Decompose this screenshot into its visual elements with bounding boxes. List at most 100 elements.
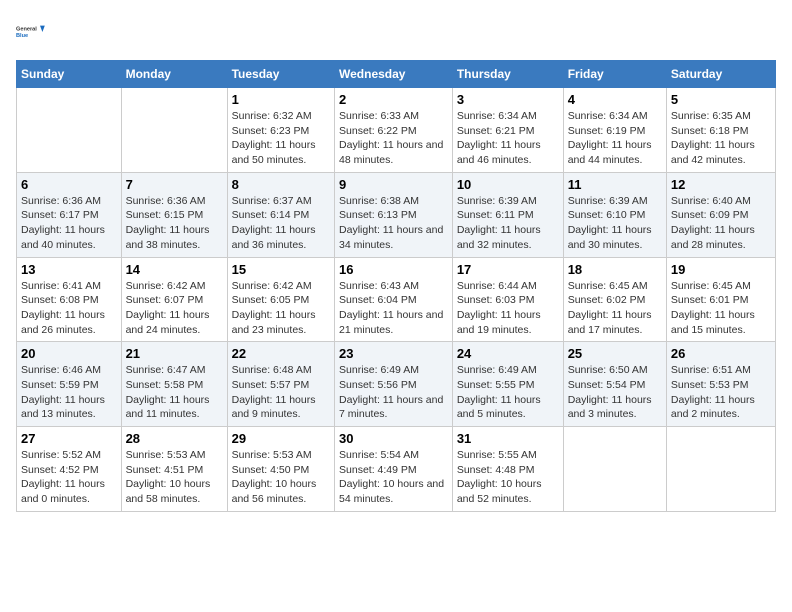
day-cell: 1 Sunrise: 6:32 AM Sunset: 6:23 PM Daylig… [227, 88, 334, 173]
week-row-1: 1 Sunrise: 6:32 AM Sunset: 6:23 PM Daylig… [17, 88, 776, 173]
column-header-monday: Monday [121, 61, 227, 88]
day-info: Sunrise: 6:50 AM Sunset: 5:54 PM Dayligh… [568, 363, 662, 422]
day-info: Sunrise: 6:39 AM Sunset: 6:11 PM Dayligh… [457, 194, 559, 253]
day-number: 31 [457, 431, 559, 446]
day-number: 13 [21, 262, 117, 277]
day-info: Sunrise: 5:52 AM Sunset: 4:52 PM Dayligh… [21, 448, 117, 507]
day-info: Sunrise: 6:51 AM Sunset: 5:53 PM Dayligh… [671, 363, 771, 422]
day-info: Sunrise: 6:39 AM Sunset: 6:10 PM Dayligh… [568, 194, 662, 253]
day-cell: 22 Sunrise: 6:48 AM Sunset: 5:57 PM Dayli… [227, 342, 334, 427]
day-cell [666, 427, 775, 512]
day-info: Sunrise: 6:43 AM Sunset: 6:04 PM Dayligh… [339, 279, 448, 338]
day-info: Sunrise: 6:35 AM Sunset: 6:18 PM Dayligh… [671, 109, 771, 168]
day-cell: 26 Sunrise: 6:51 AM Sunset: 5:53 PM Dayli… [666, 342, 775, 427]
day-info: Sunrise: 6:49 AM Sunset: 5:56 PM Dayligh… [339, 363, 448, 422]
week-row-2: 6 Sunrise: 6:36 AM Sunset: 6:17 PM Daylig… [17, 172, 776, 257]
day-number: 6 [21, 177, 117, 192]
day-info: Sunrise: 5:55 AM Sunset: 4:48 PM Dayligh… [457, 448, 559, 507]
day-info: Sunrise: 5:53 AM Sunset: 4:51 PM Dayligh… [126, 448, 223, 507]
day-number: 12 [671, 177, 771, 192]
day-info: Sunrise: 6:47 AM Sunset: 5:58 PM Dayligh… [126, 363, 223, 422]
day-cell [17, 88, 122, 173]
day-cell: 29Sunrise: 5:53 AM Sunset: 4:50 PM Dayli… [227, 427, 334, 512]
day-cell: 2 Sunrise: 6:33 AM Sunset: 6:22 PM Daylig… [335, 88, 453, 173]
column-header-friday: Friday [563, 61, 666, 88]
day-number: 14 [126, 262, 223, 277]
day-info: Sunrise: 6:33 AM Sunset: 6:22 PM Dayligh… [339, 109, 448, 168]
day-number: 20 [21, 346, 117, 361]
day-cell: 18 Sunrise: 6:45 AM Sunset: 6:02 PM Dayli… [563, 257, 666, 342]
day-number: 17 [457, 262, 559, 277]
week-row-3: 13 Sunrise: 6:41 AM Sunset: 6:08 PM Dayli… [17, 257, 776, 342]
day-info: Sunrise: 6:42 AM Sunset: 6:05 PM Dayligh… [232, 279, 330, 338]
day-cell: 3 Sunrise: 6:34 AM Sunset: 6:21 PM Daylig… [452, 88, 563, 173]
day-number: 23 [339, 346, 448, 361]
week-row-4: 20 Sunrise: 6:46 AM Sunset: 5:59 PM Dayli… [17, 342, 776, 427]
day-cell: 13 Sunrise: 6:41 AM Sunset: 6:08 PM Dayli… [17, 257, 122, 342]
day-info: Sunrise: 5:53 AM Sunset: 4:50 PM Dayligh… [232, 448, 330, 507]
day-info: Sunrise: 6:45 AM Sunset: 6:02 PM Dayligh… [568, 279, 662, 338]
day-cell: 27 Sunrise: 5:52 AM Sunset: 4:52 PM Dayli… [17, 427, 122, 512]
day-info: Sunrise: 6:46 AM Sunset: 5:59 PM Dayligh… [21, 363, 117, 422]
logo: GeneralBlue [16, 16, 48, 48]
day-cell: 8 Sunrise: 6:37 AM Sunset: 6:14 PM Daylig… [227, 172, 334, 257]
day-cell: 30Sunrise: 5:54 AM Sunset: 4:49 PM Dayli… [335, 427, 453, 512]
day-info: Sunrise: 6:48 AM Sunset: 5:57 PM Dayligh… [232, 363, 330, 422]
day-info: Sunrise: 6:44 AM Sunset: 6:03 PM Dayligh… [457, 279, 559, 338]
day-number: 1 [232, 92, 330, 107]
day-number: 16 [339, 262, 448, 277]
day-number: 27 [21, 431, 117, 446]
day-cell: 5 Sunrise: 6:35 AM Sunset: 6:18 PM Daylig… [666, 88, 775, 173]
day-cell [563, 427, 666, 512]
column-header-tuesday: Tuesday [227, 61, 334, 88]
day-cell: 16 Sunrise: 6:43 AM Sunset: 6:04 PM Dayli… [335, 257, 453, 342]
day-number: 2 [339, 92, 448, 107]
calendar-header-row: SundayMondayTuesdayWednesdayThursdayFrid… [17, 61, 776, 88]
day-cell: 12 Sunrise: 6:40 AM Sunset: 6:09 PM Dayli… [666, 172, 775, 257]
day-cell: 24Sunrise: 6:49 AM Sunset: 5:55 PM Dayli… [452, 342, 563, 427]
svg-text:Blue: Blue [16, 33, 28, 39]
day-info: Sunrise: 6:37 AM Sunset: 6:14 PM Dayligh… [232, 194, 330, 253]
day-info: Sunrise: 6:49 AM Sunset: 5:55 PM Dayligh… [457, 363, 559, 422]
day-info: Sunrise: 6:36 AM Sunset: 6:15 PM Dayligh… [126, 194, 223, 253]
day-cell [121, 88, 227, 173]
day-cell: 20 Sunrise: 6:46 AM Sunset: 5:59 PM Dayli… [17, 342, 122, 427]
day-number: 8 [232, 177, 330, 192]
day-info: Sunrise: 6:42 AM Sunset: 6:07 PM Dayligh… [126, 279, 223, 338]
column-header-saturday: Saturday [666, 61, 775, 88]
day-info: Sunrise: 6:41 AM Sunset: 6:08 PM Dayligh… [21, 279, 117, 338]
day-number: 4 [568, 92, 662, 107]
day-number: 19 [671, 262, 771, 277]
svg-text:General: General [16, 26, 37, 32]
day-info: Sunrise: 6:34 AM Sunset: 6:21 PM Dayligh… [457, 109, 559, 168]
day-number: 26 [671, 346, 771, 361]
day-info: Sunrise: 6:45 AM Sunset: 6:01 PM Dayligh… [671, 279, 771, 338]
column-header-thursday: Thursday [452, 61, 563, 88]
day-cell: 4 Sunrise: 6:34 AM Sunset: 6:19 PM Daylig… [563, 88, 666, 173]
day-cell: 21 Sunrise: 6:47 AM Sunset: 5:58 PM Dayli… [121, 342, 227, 427]
day-cell: 28Sunrise: 5:53 AM Sunset: 4:51 PM Dayli… [121, 427, 227, 512]
day-number: 22 [232, 346, 330, 361]
day-cell: 25Sunrise: 6:50 AM Sunset: 5:54 PM Dayli… [563, 342, 666, 427]
day-number: 15 [232, 262, 330, 277]
column-header-sunday: Sunday [17, 61, 122, 88]
column-header-wednesday: Wednesday [335, 61, 453, 88]
day-number: 5 [671, 92, 771, 107]
day-number: 21 [126, 346, 223, 361]
day-info: Sunrise: 6:40 AM Sunset: 6:09 PM Dayligh… [671, 194, 771, 253]
day-number: 7 [126, 177, 223, 192]
calendar-table: SundayMondayTuesdayWednesdayThursdayFrid… [16, 60, 776, 512]
day-number: 30 [339, 431, 448, 446]
day-number: 3 [457, 92, 559, 107]
day-info: Sunrise: 6:36 AM Sunset: 6:17 PM Dayligh… [21, 194, 117, 253]
day-cell: 23 Sunrise: 6:49 AM Sunset: 5:56 PM Dayli… [335, 342, 453, 427]
day-info: Sunrise: 6:32 AM Sunset: 6:23 PM Dayligh… [232, 109, 330, 168]
day-number: 18 [568, 262, 662, 277]
day-info: Sunrise: 6:34 AM Sunset: 6:19 PM Dayligh… [568, 109, 662, 168]
day-cell: 19 Sunrise: 6:45 AM Sunset: 6:01 PM Dayli… [666, 257, 775, 342]
day-cell: 17 Sunrise: 6:44 AM Sunset: 6:03 PM Dayli… [452, 257, 563, 342]
day-info: Sunrise: 6:38 AM Sunset: 6:13 PM Dayligh… [339, 194, 448, 253]
day-number: 10 [457, 177, 559, 192]
day-cell: 10 Sunrise: 6:39 AM Sunset: 6:11 PM Dayli… [452, 172, 563, 257]
day-cell: 7 Sunrise: 6:36 AM Sunset: 6:15 PM Daylig… [121, 172, 227, 257]
